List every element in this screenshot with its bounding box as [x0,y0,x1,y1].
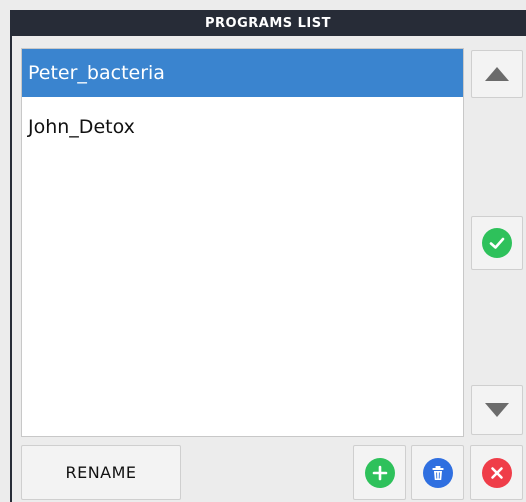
plus-icon [364,457,395,488]
scroll-up-button[interactable] [471,50,523,98]
x-icon [481,457,512,488]
rename-label: RENAME [65,463,137,482]
checkmark-icon [482,228,512,258]
window-border [10,36,12,502]
scroll-down-button[interactable] [471,385,523,435]
list-item[interactable]: John_Detox [22,103,463,151]
triangle-up-icon [485,67,509,81]
programs-list-window: PROGRAMS LIST Peter_bacteria John_Detox … [0,0,526,502]
program-name: Peter_bacteria [28,62,165,84]
rename-button[interactable]: RENAME [21,445,181,500]
delete-program-button[interactable] [411,445,464,500]
programs-list[interactable]: Peter_bacteria John_Detox [21,48,464,437]
trash-icon [422,457,453,488]
program-name: John_Detox [28,116,135,138]
triangle-down-icon [485,403,509,417]
close-button[interactable] [470,445,523,500]
add-program-button[interactable] [353,445,406,500]
list-item-selected[interactable]: Peter_bacteria [22,49,463,97]
window-title: PROGRAMS LIST [10,10,526,36]
confirm-button[interactable] [471,216,523,270]
